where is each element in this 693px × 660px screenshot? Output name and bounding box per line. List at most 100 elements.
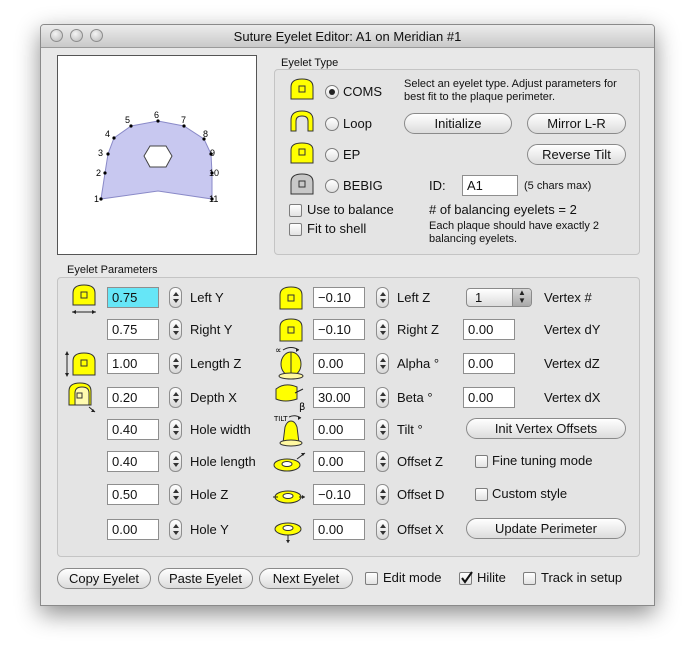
hole-z-stepper[interactable] xyxy=(169,484,182,505)
beta-field[interactable]: 30.00 xyxy=(313,387,365,408)
tilt-label: Tilt ° xyxy=(397,422,423,437)
depth-eyelet-icon xyxy=(68,382,96,413)
right-z-stepper[interactable] xyxy=(376,319,389,340)
coms-radio[interactable] xyxy=(325,85,339,99)
coms-label: COMS xyxy=(343,84,382,99)
vertex-label: 9 xyxy=(210,148,215,158)
offset-d-field[interactable]: −0.10 xyxy=(313,484,365,505)
offset-x-eyelet-icon xyxy=(274,522,302,543)
tilt-symbol: TILT xyxy=(273,415,288,423)
beta-rotation-icon: β xyxy=(275,384,305,413)
right-y-field[interactable]: 0.75 xyxy=(107,319,159,340)
offset-z-label: Offset Z xyxy=(397,454,443,469)
vertex-dy-field[interactable]: 0.00 xyxy=(463,319,515,340)
right-y-label: Right Y xyxy=(190,322,233,337)
length-z-label: Length Z xyxy=(190,356,242,371)
reverse-tilt-button[interactable]: Reverse Tilt xyxy=(527,144,626,165)
update-perimeter-button[interactable]: Update Perimeter xyxy=(466,518,626,539)
length-z-field[interactable]: 1.00 xyxy=(107,353,159,374)
bebig-eyelet-icon xyxy=(290,173,314,195)
eyelet-type-group-label: Eyelet Type xyxy=(281,57,339,69)
hole-y-field[interactable]: 0.00 xyxy=(107,519,159,540)
vertex-select[interactable]: 1 ▲ ▼ xyxy=(466,288,532,307)
checkmark-icon xyxy=(461,571,473,584)
right-y-stepper[interactable] xyxy=(169,319,182,340)
vertex-dx-label: Vertex dX xyxy=(544,390,601,405)
hole-y-stepper[interactable] xyxy=(169,519,182,540)
right-z-field[interactable]: −0.10 xyxy=(313,319,365,340)
balancing-note: Each plaque should have exactly 2 balanc… xyxy=(429,220,600,245)
hole-y-label: Hole Y xyxy=(190,522,229,537)
edit-mode-checkbox[interactable] xyxy=(365,572,378,585)
eyelet-parameters-group-label: Eyelet Parameters xyxy=(67,264,158,276)
vertex-dz-label: Vertex dZ xyxy=(544,356,600,371)
offset-d-stepper[interactable] xyxy=(376,484,389,505)
hole-width-label: Hole width xyxy=(190,422,251,437)
custom-style-label: Custom style xyxy=(492,486,568,501)
bebig-radio[interactable] xyxy=(325,179,339,193)
tilt-stepper[interactable] xyxy=(376,419,389,440)
left-y-label: Left Y xyxy=(190,290,224,305)
vertex-label: 11 xyxy=(209,194,218,204)
balancing-count: # of balancing eyelets = 2 xyxy=(429,202,577,217)
beta-stepper[interactable] xyxy=(376,387,389,408)
depth-x-stepper[interactable] xyxy=(169,387,182,408)
next-eyelet-button[interactable]: Next Eyelet xyxy=(259,568,353,589)
offset-x-label: Offset X xyxy=(397,522,444,537)
hole-z-field[interactable]: 0.50 xyxy=(107,484,159,505)
eyelet-shape-diagram: 1 2 3 4 5 6 7 8 9 10 11 xyxy=(94,110,219,204)
depth-x-field[interactable]: 0.20 xyxy=(107,387,159,408)
id-label: ID: xyxy=(429,178,446,193)
hole-width-field[interactable]: 0.40 xyxy=(107,419,159,440)
left-z-field[interactable]: −0.10 xyxy=(313,287,365,308)
left-y-field[interactable]: 0.75 xyxy=(107,287,159,308)
hilite-label: Hilite xyxy=(477,570,506,585)
hilite-checkbox[interactable] xyxy=(459,571,473,585)
alpha-label: Alpha ° xyxy=(397,356,440,371)
alpha-stepper[interactable] xyxy=(376,353,389,374)
use-to-balance-checkbox[interactable] xyxy=(289,204,302,217)
use-to-balance-label: Use to balance xyxy=(307,202,394,217)
width-eyelet-icon xyxy=(72,284,96,314)
length-z-stepper[interactable] xyxy=(169,353,182,374)
tilt-eyelet-icon: TILT xyxy=(273,415,303,447)
eyelet-preview: 1 2 3 4 5 6 7 8 9 10 11 xyxy=(57,55,257,255)
initialize-button[interactable]: Initialize xyxy=(404,113,512,134)
vertex-dx-field[interactable]: 0.00 xyxy=(463,387,515,408)
hole-length-field[interactable]: 0.40 xyxy=(107,451,159,472)
ep-eyelet-icon xyxy=(290,142,314,164)
ep-radio[interactable] xyxy=(325,148,339,162)
left-z-stepper[interactable] xyxy=(376,287,389,308)
left-y-stepper[interactable] xyxy=(169,287,182,308)
track-in-setup-label: Track in setup xyxy=(541,570,623,585)
offset-z-eyelet-icon xyxy=(273,452,306,472)
hole-z-label: Hole Z xyxy=(190,487,229,502)
offset-z-field[interactable]: 0.00 xyxy=(313,451,365,472)
vertex-dz-field[interactable]: 0.00 xyxy=(463,353,515,374)
fine-tuning-checkbox[interactable] xyxy=(475,455,488,468)
paste-eyelet-button[interactable]: Paste Eyelet xyxy=(158,568,253,589)
track-in-setup-checkbox[interactable] xyxy=(523,572,536,585)
offset-x-stepper[interactable] xyxy=(376,519,389,540)
alpha-field[interactable]: 0.00 xyxy=(313,353,365,374)
vertex-label: 10 xyxy=(209,168,219,178)
offset-x-field[interactable]: 0.00 xyxy=(313,519,365,540)
hole-length-stepper[interactable] xyxy=(169,451,182,472)
window-title: Suture Eyelet Editor: A1 on Meridian #1 xyxy=(233,29,462,44)
fit-to-shell-checkbox[interactable] xyxy=(289,223,302,236)
hole-width-stepper[interactable] xyxy=(169,419,182,440)
copy-eyelet-button[interactable]: Copy Eyelet xyxy=(57,568,151,589)
mirror-lr-button[interactable]: Mirror L-R xyxy=(527,113,626,134)
custom-style-checkbox[interactable] xyxy=(475,488,488,501)
beta-symbol: β xyxy=(299,402,305,413)
tilt-field[interactable]: 0.00 xyxy=(313,419,365,440)
loop-label: Loop xyxy=(343,116,372,131)
alpha-rotation-icon: ∝ xyxy=(275,346,304,380)
loop-radio[interactable] xyxy=(325,117,339,131)
title-bar: Suture Eyelet Editor: A1 on Meridian #1 xyxy=(41,25,654,48)
offset-z-stepper[interactable] xyxy=(376,451,389,472)
bebig-label: BEBIG xyxy=(343,178,383,193)
init-vertex-offsets-button[interactable]: Init Vertex Offsets xyxy=(466,418,626,439)
left-z-label: Left Z xyxy=(397,290,431,305)
id-field[interactable]: A1 xyxy=(462,175,518,196)
